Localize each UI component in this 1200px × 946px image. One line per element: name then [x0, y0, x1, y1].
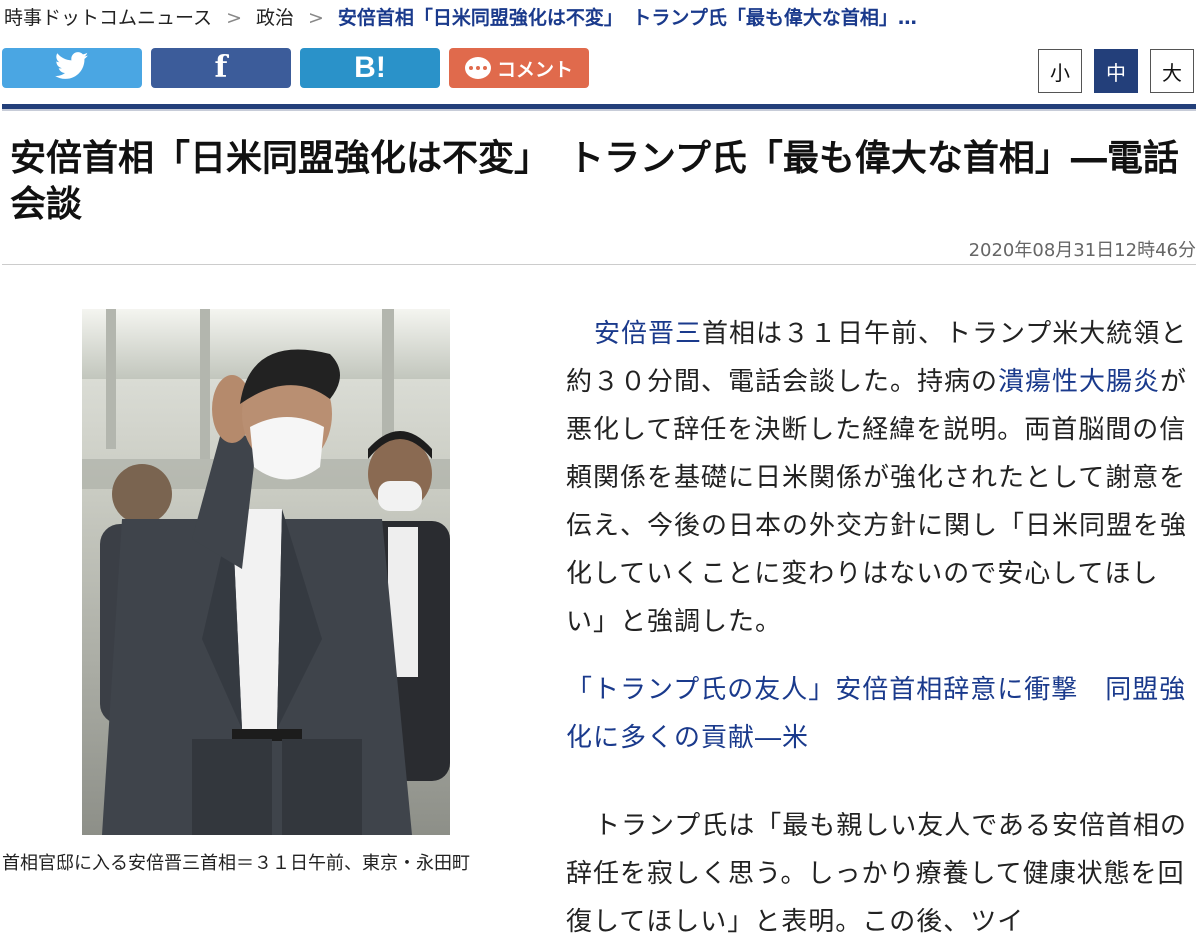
breadcrumb: 時事ドットコムニュース > 政治 > 安倍首相「日米同盟強化は不変」 トランプ氏「最も偉… [4, 4, 1194, 32]
font-size-small-button[interactable]: 小 [1038, 49, 1082, 93]
paragraph-text: が悪化して辞任を決断した経緯を説明。両首脳間の信頼関係を基礎に日米関係が強化され… [566, 367, 1188, 637]
article-paragraph-2: トランプ氏は「最も親しい友人である安倍首相の辞任を寂しく思う。しっかり療養して健… [566, 811, 1187, 937]
article-timestamp: 2020年08月31日12時46分 [968, 240, 1196, 261]
headline-divider [2, 264, 1196, 265]
article-headline: 安倍首相「日米同盟強化は不変」 トランプ氏「最も偉大な首相」―電話会談 [10, 138, 1179, 225]
photo-caption: 首相官邸に入る安倍晋三首相＝３１日午前、東京・永田町 [2, 853, 470, 874]
comment-button-content: コメント [464, 55, 573, 82]
breadcrumb-separator: > [226, 7, 242, 29]
comment-button[interactable]: コメント [449, 48, 589, 88]
article-photo[interactable] [82, 309, 450, 835]
keyword-link-abe[interactable]: 安倍晋三 [594, 319, 702, 349]
breadcrumb-current-link[interactable]: 安倍首相「日米同盟強化は不変」 トランプ氏「最も偉大な首相」… [338, 7, 917, 29]
font-size-medium-button[interactable]: 中 [1094, 49, 1138, 93]
facebook-f-icon: f [214, 50, 228, 85]
hatena-bookmark-button[interactable]: B! [300, 48, 440, 88]
related-article-link[interactable]: 「トランプ氏の友人」安倍首相辞意に衝撃 同盟強化に多くの貢献―米 [566, 675, 1186, 753]
breadcrumb-site-link[interactable]: 時事ドットコムニュース [4, 7, 212, 29]
speech-bubble-icon [464, 57, 491, 79]
header-divider-shadow [2, 109, 1196, 111]
comment-label: コメント [496, 58, 573, 81]
font-size-large-button[interactable]: 大 [1150, 49, 1194, 93]
twitter-share-button[interactable] [2, 48, 142, 88]
article-body: 安倍晋三首相は３１日午前、トランプ米大統領と約３０分間、電話会談した。持病の潰瘍… [566, 310, 1190, 946]
twitter-bird-icon [54, 52, 89, 84]
breadcrumb-separator: > [308, 7, 324, 29]
related-article: 「トランプ氏の友人」安倍首相辞意に衝撃 同盟強化に多くの貢献―米 [566, 666, 1190, 762]
breadcrumb-category-link[interactable]: 政治 [256, 7, 294, 29]
facebook-share-button[interactable]: f [151, 48, 291, 88]
article-paragraph-1: 安倍晋三首相は３１日午前、トランプ米大統領と約３０分間、電話会談した。持病の潰瘍… [566, 310, 1190, 646]
keyword-link-colitis[interactable]: 潰瘍性大腸炎 [998, 367, 1160, 397]
hatena-bookmark-icon: B! [354, 51, 386, 84]
